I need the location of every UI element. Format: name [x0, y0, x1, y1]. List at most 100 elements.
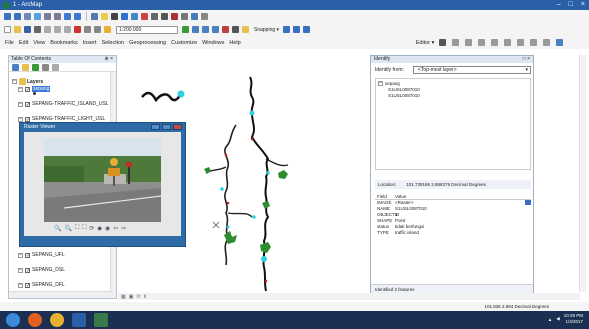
- search-window-icon[interactable]: [212, 26, 219, 33]
- delete-icon[interactable]: [74, 26, 81, 33]
- tree-root[interactable]: − sepang: [378, 81, 528, 86]
- zoom-out-icon[interactable]: [14, 13, 21, 20]
- menu-file[interactable]: File: [5, 40, 14, 46]
- identify-from-dropdown[interactable]: <Top-most layer> ▾: [413, 66, 531, 74]
- python-window-icon[interactable]: [232, 26, 239, 33]
- fit-extent-icon[interactable]: ⛶: [75, 225, 79, 232]
- layer-visibility-checkbox[interactable]: ✓: [25, 116, 30, 122]
- menu-help[interactable]: Help: [229, 40, 240, 46]
- sketch-properties-icon[interactable]: [543, 39, 551, 46]
- create-features-icon[interactable]: [556, 39, 564, 46]
- map-horizontal-scrollbar[interactable]: ▦ ▣ ⟳ Ⅱ: [118, 293, 580, 300]
- menu-selection[interactable]: Selection: [101, 40, 124, 46]
- pan-icon[interactable]: ◆: [97, 225, 102, 232]
- word-icon[interactable]: [72, 313, 86, 327]
- layer-visibility-checkbox[interactable]: ✓: [25, 101, 30, 107]
- select-features-icon[interactable]: [91, 13, 98, 20]
- model-builder-icon[interactable]: [242, 26, 249, 33]
- select-elements-icon[interactable]: [111, 13, 118, 20]
- network-icon[interactable]: ▲: [548, 317, 552, 322]
- fixed-zoom-in-icon[interactable]: [44, 13, 51, 20]
- go-to-xy-icon[interactable]: [181, 13, 188, 20]
- save-icon[interactable]: [24, 26, 31, 33]
- list-by-source-icon[interactable]: [22, 63, 29, 71]
- settings-icon[interactable]: ◉: [105, 225, 110, 232]
- toc-pin-close[interactable]: ⊕ ×: [105, 56, 114, 63]
- chrome-icon[interactable]: [50, 313, 64, 327]
- menu-geoprocessing[interactable]: Geoprocessing: [129, 40, 166, 46]
- menu-edit[interactable]: Edit: [19, 40, 28, 46]
- back-icon[interactable]: [64, 13, 71, 20]
- previous-icon[interactable]: ⇦: [113, 225, 118, 232]
- open-folder-icon[interactable]: [14, 26, 21, 33]
- layer-visibility-checkbox[interactable]: ✓: [25, 86, 30, 92]
- redo-icon[interactable]: [94, 26, 101, 33]
- layer-visibility-checkbox[interactable]: ✓: [25, 267, 30, 273]
- identify-icon[interactable]: [121, 13, 128, 20]
- collapse-icon[interactable]: −: [18, 252, 23, 258]
- menu-windows[interactable]: Windows: [202, 40, 224, 46]
- layer-row[interactable]: − ✓ SEPANG_DSL: [18, 267, 65, 273]
- rotate-icon[interactable]: ⟳: [89, 225, 94, 232]
- collapse-icon[interactable]: −: [18, 267, 23, 273]
- list-by-visibility-icon[interactable]: [32, 63, 39, 71]
- arctoolbox-icon[interactable]: [222, 26, 229, 33]
- layer-row[interactable]: − ✓ SEPANG-TRAFFIC_ISLAND_USL: [18, 101, 109, 107]
- volume-icon[interactable]: ◀: [556, 316, 559, 322]
- full-extent-icon[interactable]: [34, 13, 41, 20]
- catalog-window-icon[interactable]: [202, 26, 209, 33]
- collapse-icon[interactable]: −: [18, 282, 23, 288]
- forward-icon[interactable]: [74, 13, 81, 20]
- menu-view[interactable]: View: [33, 40, 45, 46]
- raster-viewer-minimize-button[interactable]: [151, 124, 160, 130]
- measure-icon[interactable]: [151, 13, 158, 20]
- close-window-button[interactable]: ×: [581, 1, 585, 8]
- zoom-in-icon[interactable]: 🔍: [54, 225, 61, 232]
- viewer-window-icon[interactable]: [201, 13, 208, 20]
- layer-name[interactable]: SEPANG_DFL: [32, 282, 65, 288]
- route-icon[interactable]: [171, 13, 178, 20]
- undo-icon[interactable]: [84, 26, 91, 33]
- raster-viewer-maximize-button[interactable]: [162, 124, 171, 130]
- collapse-icon[interactable]: −: [18, 116, 23, 122]
- menu-customize[interactable]: Customize: [171, 40, 197, 46]
- pause-drawing-icon[interactable]: Ⅱ: [144, 294, 146, 300]
- layer-name[interactable]: SEPANG-TRAFFIC_ISLAND_USL: [32, 101, 109, 107]
- cut-icon[interactable]: [44, 26, 51, 33]
- split-tool-icon[interactable]: [504, 39, 512, 46]
- add-data-icon[interactable]: [104, 26, 111, 33]
- zoom-in-icon[interactable]: [4, 13, 11, 20]
- collapse-icon[interactable]: −: [378, 81, 383, 86]
- copy-icon[interactable]: [54, 26, 61, 33]
- fixed-zoom-out-icon[interactable]: [54, 13, 61, 20]
- identify-close-button[interactable]: □ ×: [523, 56, 530, 63]
- table-of-contents-icon[interactable]: [192, 26, 199, 33]
- raster-preview-icon[interactable]: [525, 200, 531, 205]
- tree-item[interactable]: S1USL0087010: [378, 93, 528, 98]
- layer-name[interactable]: SEPANG_DSL: [32, 267, 65, 273]
- table-row[interactable]: TYPE traffic island: [375, 230, 531, 236]
- find-icon[interactable]: [161, 13, 168, 20]
- data-view-icon[interactable]: ▦: [121, 294, 126, 300]
- straight-segment-icon[interactable]: [465, 39, 473, 46]
- options-icon[interactable]: [52, 63, 59, 71]
- list-by-drawing-order-icon[interactable]: [12, 63, 19, 71]
- minimize-button[interactable]: –: [557, 1, 561, 8]
- menu-insert[interactable]: Insert: [83, 40, 97, 46]
- snapping-dropdown[interactable]: Snapping ▾: [254, 27, 279, 33]
- layer-row[interactable]: − ✓ SEPANG_DFL: [18, 282, 65, 288]
- layer-visibility-checkbox[interactable]: ✓: [25, 252, 30, 258]
- edit-tool-icon[interactable]: [439, 39, 447, 46]
- layer-visibility-checkbox[interactable]: ✓: [25, 282, 30, 288]
- paste-icon[interactable]: [64, 26, 71, 33]
- arcmap-taskbar-icon[interactable]: [94, 313, 108, 327]
- maximize-button[interactable]: □: [569, 1, 573, 8]
- clock[interactable]: 10:28 PM 1/3/2017: [564, 313, 583, 325]
- layout-view-icon[interactable]: ▣: [129, 294, 134, 300]
- print-icon[interactable]: [34, 26, 41, 33]
- rotate-icon[interactable]: [517, 39, 525, 46]
- pan-icon[interactable]: [24, 13, 31, 20]
- zoom-out-icon[interactable]: 🔍: [64, 225, 71, 232]
- raster-viewer-close-button[interactable]: [173, 124, 182, 130]
- end-point-arc-icon[interactable]: [478, 39, 486, 46]
